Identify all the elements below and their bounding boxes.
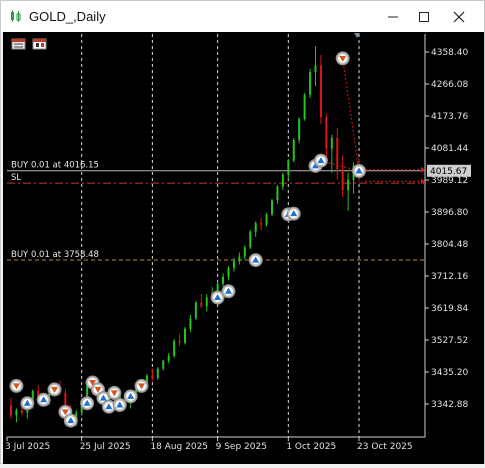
candle-body (167, 355, 170, 361)
candle-body (15, 410, 18, 416)
chart-area[interactable]: BUY 0.01 at 4016.15 SL BUY 0.01 at 3758.48… (3, 32, 484, 464)
x-tick-label: 25 Jul 2025 (80, 442, 131, 452)
chart-window: GOLD_,Daily BUY 0.01 at 4016.15 SL BUY 0.0… (0, 0, 485, 464)
buy-deal-icon[interactable] (36, 392, 51, 407)
candle-body (151, 375, 154, 378)
candle-body (243, 247, 246, 257)
candles (10, 46, 360, 426)
close-icon (453, 11, 465, 22)
buy-deal-icon[interactable] (112, 397, 127, 412)
position-line-label: BUY 0.01 at 3758.48 (11, 250, 99, 260)
x-tick-label: 18 Aug 2025 (150, 442, 208, 452)
buy-deal-icon[interactable] (123, 389, 138, 404)
x-tick-label: 1 Oct 2025 (286, 442, 336, 452)
candle-body (330, 138, 333, 149)
y-tick-label: 3435.20 (431, 368, 468, 378)
calendar-icon[interactable] (32, 38, 47, 50)
candle-body (336, 138, 339, 170)
buy-deal-icon[interactable] (221, 284, 236, 299)
candle-body (189, 318, 192, 329)
candle-body (156, 368, 159, 378)
sell-deal-icon[interactable] (107, 385, 122, 400)
y-tick-label: 4358.40 (431, 48, 468, 58)
candle-body (222, 276, 225, 284)
arrow-head-icon (421, 166, 425, 173)
candle-body (184, 328, 186, 343)
candle-body (276, 186, 279, 201)
candle-body (178, 340, 181, 343)
x-tick-label: 3 Jul 2025 (5, 442, 50, 452)
candle-body (309, 72, 312, 95)
candle-body (292, 139, 295, 161)
chart-grid (7, 34, 426, 438)
y-tick-label: 3989.12 (431, 176, 468, 186)
candle-body (173, 340, 176, 356)
price-axis[interactable]: 4358.40 4266.08 4173.76 4081.44 3989.12 3896.… (425, 48, 471, 410)
candle-body (254, 223, 257, 232)
y-tick-label: 3342.88 (431, 400, 468, 410)
position-line-label: SL (11, 173, 21, 183)
x-tick-label: 9 Sep 2025 (216, 442, 267, 452)
maximize-icon (419, 11, 429, 22)
buy-deal-icon[interactable] (80, 396, 95, 411)
sell-deal-icon[interactable] (335, 51, 350, 66)
current-price-label: 4015.67 (430, 167, 467, 177)
time-axis[interactable]: 3 Jul 2025 25 Jul 2025 18 Aug 2025 9 Sep 20… (5, 437, 413, 452)
candle-body (249, 231, 252, 248)
close-button[interactable] (441, 1, 477, 32)
buy-deal-icon[interactable] (248, 253, 263, 268)
y-tick-label: 3527.52 (431, 336, 468, 346)
window-title: GOLD_,Daily (29, 9, 106, 24)
candle-body (238, 256, 241, 262)
minimize-icon (388, 16, 398, 17)
y-tick-label: 4266.08 (431, 80, 468, 90)
buy-deal-icon[interactable] (20, 396, 35, 411)
candle-body (200, 302, 203, 307)
y-tick-label: 4173.76 (431, 112, 468, 122)
candle-body (271, 200, 273, 215)
candle-body (227, 268, 230, 277)
trade-connector (342, 58, 360, 172)
chart-candles-icon (11, 10, 21, 22)
x-tick-label: 23 Oct 2025 (357, 442, 413, 452)
candle-body (281, 174, 284, 187)
y-tick-label: 3896.80 (431, 208, 468, 218)
buy-deal-icon[interactable] (313, 153, 328, 168)
candle-body (265, 214, 268, 225)
y-tick-label: 3804.48 (431, 240, 468, 250)
position-line-label: BUY 0.01 at 4016.15 (11, 161, 99, 171)
chart-toolbar[interactable] (11, 38, 47, 50)
candle-body (287, 160, 290, 175)
candle-body (314, 65, 317, 73)
sell-deal-icon[interactable] (134, 378, 149, 393)
buy-deal-icon[interactable] (286, 206, 301, 221)
candle-body (325, 117, 328, 149)
candle-body (303, 94, 306, 120)
buy-deal-icon[interactable] (352, 164, 366, 179)
candle-body (205, 297, 208, 307)
trade-markers[interactable] (9, 51, 366, 428)
price-chart[interactable]: BUY 0.01 at 4016.15 SL BUY 0.01 at 3758.48… (3, 32, 484, 464)
candle-body (162, 360, 165, 369)
candle-body (20, 410, 23, 413)
candle-body (10, 404, 12, 416)
sell-deal-icon[interactable] (47, 382, 62, 397)
candle-body (298, 119, 301, 140)
object-list-icon[interactable] (11, 38, 26, 50)
position-lines: BUY 0.01 at 4016.15 SL BUY 0.01 at 3758.48 (7, 58, 425, 261)
buy-deal-icon[interactable] (63, 413, 78, 428)
candle-body (260, 223, 263, 225)
candle-body (347, 179, 350, 191)
candle-body (232, 261, 235, 269)
y-tick-label: 3712.16 (431, 272, 468, 282)
candle-body (194, 302, 197, 319)
y-tick-label: 4081.44 (431, 144, 468, 154)
y-tick-label: 3619.84 (431, 304, 468, 314)
title-bar[interactable]: GOLD_,Daily (1, 1, 484, 32)
sell-deal-icon[interactable] (9, 378, 24, 393)
candle-body (341, 169, 344, 191)
candle-body (319, 65, 322, 118)
maximize-button[interactable] (406, 1, 442, 32)
